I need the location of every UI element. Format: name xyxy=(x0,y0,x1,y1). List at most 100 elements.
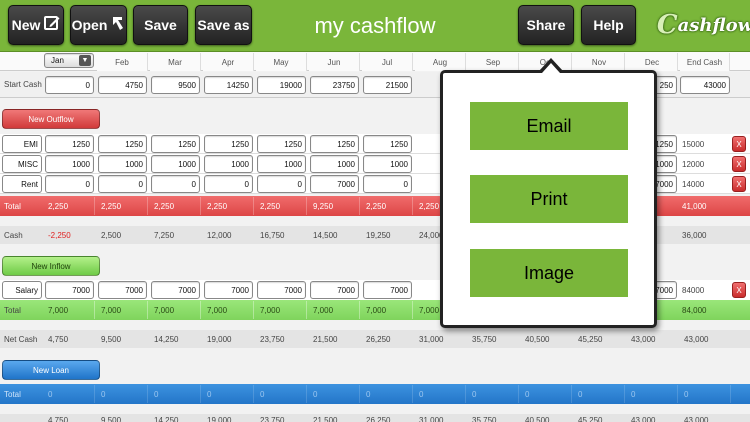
new-loan-button[interactable]: New Loan xyxy=(2,360,100,380)
month-header-sep: Sep xyxy=(468,53,519,71)
inflow-end-value: 84000 xyxy=(682,285,705,295)
inflow-value-input[interactable]: 7000 xyxy=(257,281,306,299)
summary-value: 43,000 xyxy=(684,415,709,422)
inflow-total-label: Total xyxy=(4,305,21,315)
outflow-value-input[interactable]: 1000 xyxy=(204,155,253,173)
inflow-total-value: 7,000 xyxy=(44,301,95,319)
start-cash-input[interactable]: 9500 xyxy=(151,76,200,94)
net-cash-value: 9,500 xyxy=(101,334,122,344)
delete-row-button[interactable]: X xyxy=(732,156,746,172)
outflow-dec-input[interactable]: 7000 xyxy=(657,175,677,193)
start-cash-input-dec[interactable]: 250 xyxy=(657,76,677,94)
outflow-total-value: 2,250 xyxy=(150,197,201,215)
outflow-value-input[interactable]: 1250 xyxy=(204,135,253,153)
outflow-value-input[interactable]: 1250 xyxy=(363,135,412,153)
share-button-label: Share xyxy=(526,17,566,33)
delete-row-button[interactable]: X xyxy=(732,176,746,192)
outflow-end-value: 15000 xyxy=(682,139,705,149)
cash-value: -2,250 xyxy=(48,230,71,240)
outflow-value-input[interactable]: 0 xyxy=(363,175,412,193)
outflow-name-input[interactable]: Rent xyxy=(2,175,42,193)
inflow-value-input[interactable]: 7000 xyxy=(363,281,412,299)
image-button[interactable]: Image xyxy=(470,249,628,297)
cash-end-value: 36,000 xyxy=(682,230,707,240)
new-outflow-button[interactable]: New Outflow xyxy=(2,109,100,129)
outflow-value-input[interactable]: 1000 xyxy=(151,155,200,173)
inflow-value-input[interactable]: 7000 xyxy=(98,281,147,299)
outflow-value-input[interactable]: 1250 xyxy=(45,135,94,153)
outflow-dec-input[interactable]: 1000 xyxy=(657,155,677,173)
new-button-label: New xyxy=(11,17,41,33)
outflow-value-input[interactable]: 7000 xyxy=(310,175,359,193)
outflow-value-input[interactable]: 1000 xyxy=(257,155,306,173)
inflow-value-input[interactable]: 7000 xyxy=(45,281,94,299)
outflow-value-input[interactable]: 0 xyxy=(98,175,147,193)
outflow-value-input[interactable]: 1250 xyxy=(98,135,147,153)
start-cash-input[interactable]: 23750 xyxy=(310,76,359,94)
month-header-nov: Nov xyxy=(574,53,625,71)
inflow-total-value: 7,000 xyxy=(362,301,413,319)
inflow-name-input[interactable]: Salary xyxy=(2,281,42,299)
outflow-total-value: 2,250 xyxy=(362,197,413,215)
start-cash-input[interactable]: 4750 xyxy=(98,76,147,94)
net-cash-value: 40,500 xyxy=(525,334,550,344)
open-button[interactable]: Open xyxy=(70,5,127,45)
logo-c-letter: C xyxy=(656,10,678,40)
start-cash-input[interactable]: 14250 xyxy=(204,76,253,94)
edit-icon xyxy=(44,15,60,35)
cash-value: 19,250 xyxy=(366,230,391,240)
inflow-total-value: 7,000 xyxy=(203,301,254,319)
inflow-total-end: 84,000 xyxy=(682,305,707,315)
net-cash-value: 26,250 xyxy=(366,334,391,344)
start-cash-input[interactable]: 21500 xyxy=(363,76,412,94)
outflow-total-end: 41,000 xyxy=(682,201,707,211)
outflow-value-input[interactable]: 0 xyxy=(257,175,306,193)
outflow-end-value: 12000 xyxy=(682,159,705,169)
outflow-value-input[interactable]: 0 xyxy=(45,175,94,193)
outflow-dec-input[interactable]: 1250 xyxy=(657,135,677,153)
month-header-may: May xyxy=(256,53,307,71)
month-header-feb: Feb xyxy=(97,53,148,71)
start-cash-input[interactable]: 0 xyxy=(45,76,94,94)
open-button-label: Open xyxy=(71,17,108,33)
start-cash-input[interactable]: 19000 xyxy=(257,76,306,94)
new-inflow-button[interactable]: New Inflow xyxy=(2,256,100,276)
start-cash-end-input[interactable]: 43000 xyxy=(680,76,730,94)
outflow-name-input[interactable]: MISC xyxy=(2,155,42,173)
summary-value: 40,500 xyxy=(525,415,550,422)
help-button[interactable]: Help xyxy=(581,5,636,45)
inflow-value-input[interactable]: 7000 xyxy=(310,281,359,299)
start-month-select[interactable]: Jan ▼ xyxy=(44,53,94,68)
loan-total-value: 0 xyxy=(680,385,731,403)
summary-value: 14,250 xyxy=(154,415,179,422)
cash-value: 12,000 xyxy=(207,230,232,240)
inflow-value-input[interactable]: 7000 xyxy=(151,281,200,299)
net-cash-value: 14,250 xyxy=(154,334,179,344)
print-button[interactable]: Print xyxy=(470,175,628,223)
outflow-total-value: 9,250 xyxy=(309,197,360,215)
share-button[interactable]: Share xyxy=(518,5,574,45)
outflow-value-input[interactable]: 1000 xyxy=(363,155,412,173)
outflow-value-input[interactable]: 1250 xyxy=(151,135,200,153)
save-as-button[interactable]: Save as xyxy=(195,5,252,45)
outflow-value-input[interactable]: 0 xyxy=(204,175,253,193)
month-header-dec: Dec xyxy=(627,53,678,71)
outflow-value-input[interactable]: 1250 xyxy=(310,135,359,153)
cash-value: 2,500 xyxy=(101,230,122,240)
delete-row-button[interactable]: X xyxy=(732,136,746,152)
save-button[interactable]: Save xyxy=(133,5,188,45)
delete-row-button[interactable]: X xyxy=(732,282,746,298)
outflow-value-input[interactable]: 1250 xyxy=(257,135,306,153)
inflow-value-input[interactable]: 7000 xyxy=(204,281,253,299)
new-button[interactable]: New xyxy=(8,5,64,45)
outflow-value-input[interactable]: 1000 xyxy=(98,155,147,173)
outflow-value-input[interactable]: 1000 xyxy=(45,155,94,173)
outflow-value-input[interactable]: 1000 xyxy=(310,155,359,173)
email-button[interactable]: Email xyxy=(470,102,628,150)
outflow-value-input[interactable]: 0 xyxy=(151,175,200,193)
open-arrow-icon xyxy=(111,15,125,35)
inflow-total-value: 7,000 xyxy=(256,301,307,319)
inflow-dec-input[interactable]: 7000 xyxy=(657,281,677,299)
end-cash-header: End Cash xyxy=(680,53,730,71)
outflow-name-input[interactable]: EMI xyxy=(2,135,42,153)
